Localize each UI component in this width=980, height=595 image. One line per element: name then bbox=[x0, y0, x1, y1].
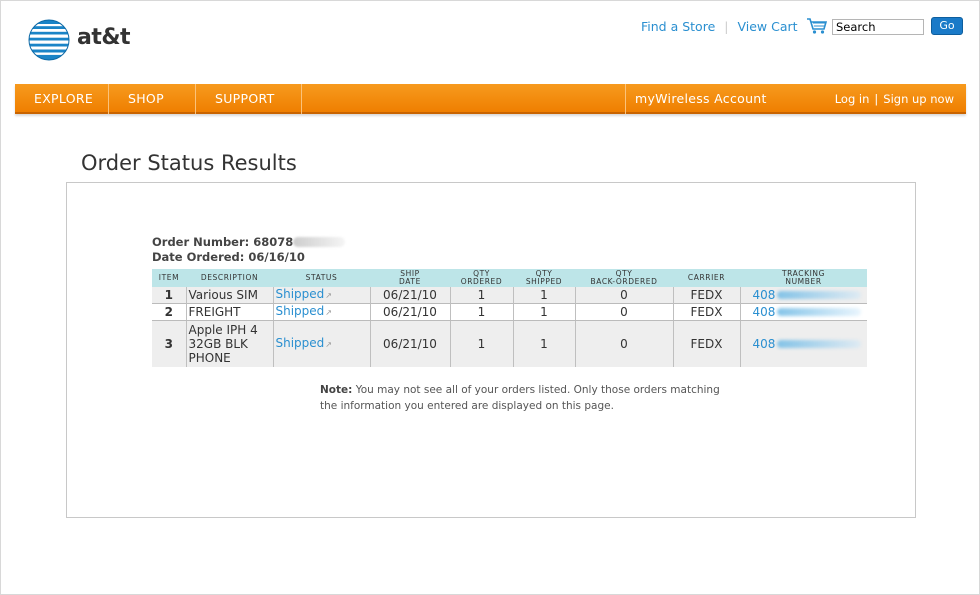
orders-table: ITEM DESCRIPTION STATUS SHIP DATE QTY ORDE… bbox=[152, 269, 867, 367]
cell-description: Apple IPH 4 32GB BLK PHONE bbox=[186, 320, 274, 367]
cell-carrier: FEDX bbox=[673, 287, 741, 304]
cell-ship-date: 06/21/10 bbox=[370, 303, 451, 321]
cell-tracking: 408 bbox=[740, 303, 867, 321]
cell-carrier: FEDX bbox=[673, 303, 741, 321]
status-shipped-link[interactable]: Shipped bbox=[276, 336, 325, 350]
cell-qty-ordered: 1 bbox=[450, 287, 514, 304]
nav-explore[interactable]: EXPLORE bbox=[15, 84, 109, 114]
order-number-value: 68078 bbox=[253, 235, 294, 249]
cell-item: 1 bbox=[152, 287, 187, 304]
external-link-icon: ↗ bbox=[325, 308, 332, 317]
col-tracking: TRACKING NUMBER bbox=[740, 269, 867, 287]
cell-qty-shipped: 1 bbox=[513, 287, 576, 304]
login-link[interactable]: Log in bbox=[835, 92, 870, 106]
results-panel: Order Number: 68078 Date Ordered: 06/16/… bbox=[66, 182, 916, 518]
cell-qty-back-ordered: 0 bbox=[575, 320, 674, 367]
redacted-blur bbox=[293, 237, 346, 247]
find-store-link[interactable]: Find a Store bbox=[641, 19, 715, 34]
order-number: Order Number: 68078 bbox=[152, 235, 346, 250]
cell-description: FREIGHT bbox=[186, 303, 274, 321]
nav-support[interactable]: SUPPORT bbox=[196, 84, 302, 114]
table-row: 3 Apple IPH 4 32GB BLK PHONE Shipped↗ 06… bbox=[152, 320, 867, 367]
external-link-icon: ↗ bbox=[325, 291, 332, 300]
order-number-label: Order Number: bbox=[152, 235, 250, 249]
date-ordered-value: 06/16/10 bbox=[248, 250, 305, 264]
order-note: Note: You may not see all of your orders… bbox=[320, 382, 740, 414]
tracking-link[interactable]: 408 bbox=[753, 288, 776, 302]
tracking-link[interactable]: 408 bbox=[753, 305, 776, 319]
cell-status: Shipped↗ bbox=[273, 320, 371, 367]
cell-qty-ordered: 1 bbox=[450, 320, 514, 367]
cell-description: Various SIM bbox=[186, 287, 274, 304]
nav-login-area: Log in | Sign up now bbox=[835, 84, 954, 114]
cell-tracking: 408 bbox=[740, 320, 867, 367]
tracking-link[interactable]: 408 bbox=[753, 337, 776, 351]
signup-link[interactable]: Sign up now bbox=[883, 92, 954, 106]
table-row: 2 FREIGHT Shipped↗ 06/21/10 1 1 0 FEDX 4… bbox=[152, 303, 867, 321]
status-shipped-link[interactable]: Shipped bbox=[276, 287, 325, 301]
cell-qty-back-ordered: 0 bbox=[575, 303, 674, 321]
col-qty-shipped: QTY SHIPPED bbox=[513, 269, 575, 287]
utility-links: Find a Store | View Cart bbox=[641, 17, 828, 35]
cell-qty-shipped: 1 bbox=[513, 320, 576, 367]
cell-status: Shipped↗ bbox=[273, 287, 371, 304]
att-logo[interactable]: at&t bbox=[28, 19, 138, 63]
external-link-icon: ↗ bbox=[325, 339, 332, 349]
note-text: You may not see all of your orders liste… bbox=[320, 384, 720, 412]
col-qty-back-ordered: QTY BACK-ORDERED bbox=[575, 269, 673, 287]
table-row: 1 Various SIM Shipped↗ 06/21/10 1 1 0 FE… bbox=[152, 287, 867, 304]
view-cart-link[interactable]: View Cart bbox=[737, 19, 797, 34]
col-status: STATUS bbox=[273, 269, 370, 287]
date-ordered-label: Date Ordered: bbox=[152, 250, 245, 264]
note-label: Note: bbox=[320, 384, 353, 396]
order-info: Order Number: 68078 Date Ordered: 06/16/… bbox=[152, 235, 346, 265]
col-item: ITEM bbox=[152, 269, 186, 287]
go-button[interactable]: Go bbox=[931, 17, 963, 35]
cell-item: 3 bbox=[152, 320, 187, 367]
cart-icon[interactable] bbox=[806, 17, 828, 35]
cell-qty-ordered: 1 bbox=[450, 303, 514, 321]
cell-status: Shipped↗ bbox=[273, 303, 371, 321]
redacted-blur bbox=[777, 291, 862, 299]
redacted-blur bbox=[777, 308, 862, 316]
table-header-row: ITEM DESCRIPTION STATUS SHIP DATE QTY ORDE… bbox=[152, 269, 867, 287]
status-shipped-link[interactable]: Shipped bbox=[276, 304, 325, 318]
search-input[interactable] bbox=[832, 19, 924, 35]
cell-ship-date: 06/21/10 bbox=[370, 320, 451, 367]
cell-qty-back-ordered: 0 bbox=[575, 287, 674, 304]
page-title: Order Status Results bbox=[81, 151, 297, 175]
divider: | bbox=[724, 18, 729, 34]
nav-mywireless-account[interactable]: myWireless Account bbox=[625, 84, 767, 114]
cell-ship-date: 06/21/10 bbox=[370, 287, 451, 304]
divider: | bbox=[874, 92, 879, 106]
att-globe-icon bbox=[28, 19, 70, 61]
cell-carrier: FEDX bbox=[673, 320, 741, 367]
redacted-blur bbox=[777, 339, 862, 348]
cell-item: 2 bbox=[152, 303, 187, 321]
date-ordered: Date Ordered: 06/16/10 bbox=[152, 250, 345, 265]
nav-shop[interactable]: SHOP bbox=[109, 84, 196, 114]
col-ship-date: SHIP DATE bbox=[370, 269, 450, 287]
cell-qty-shipped: 1 bbox=[513, 303, 576, 321]
col-qty-ordered: QTY ORDERED bbox=[450, 269, 513, 287]
col-carrier: CARRIER bbox=[673, 269, 740, 287]
main-nav: EXPLORE SHOP SUPPORT myWireless Account … bbox=[15, 84, 966, 114]
brand-name: at&t bbox=[77, 25, 131, 50]
cell-tracking: 408 bbox=[740, 287, 867, 304]
col-description: DESCRIPTION bbox=[186, 269, 273, 287]
